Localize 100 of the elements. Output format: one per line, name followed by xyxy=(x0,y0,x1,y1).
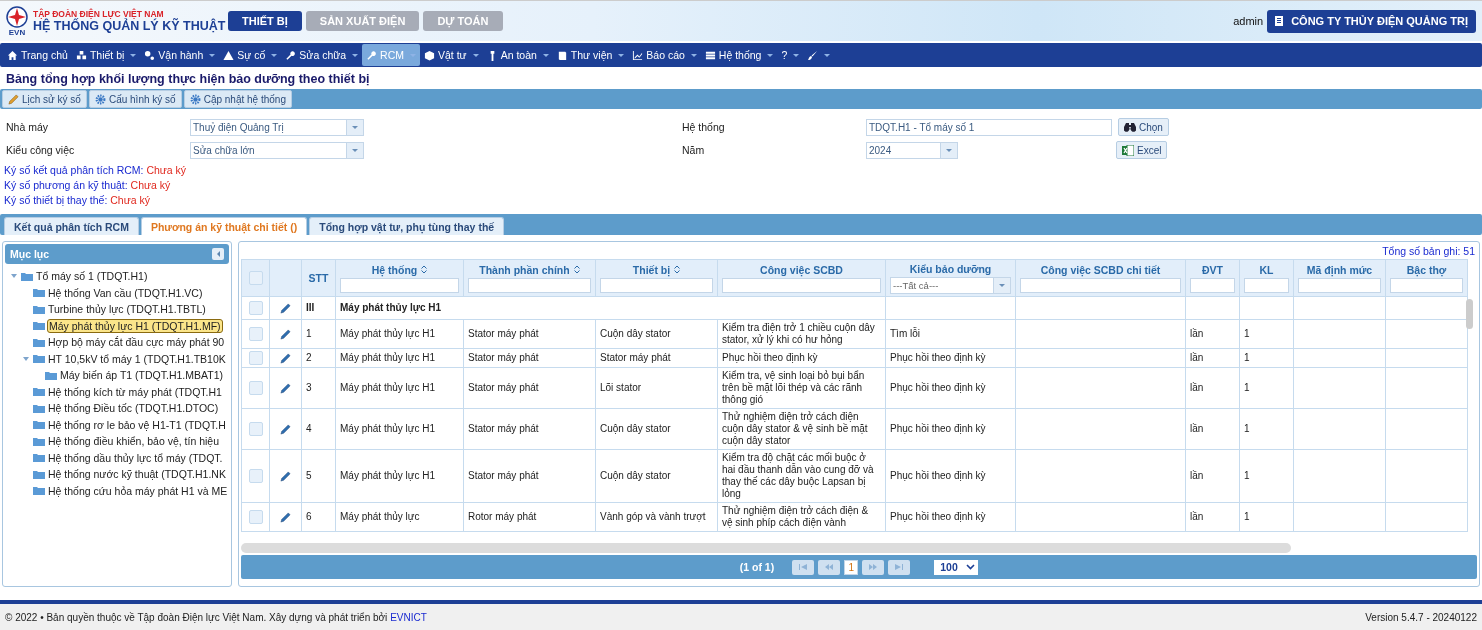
folder-icon xyxy=(33,420,45,430)
menu-item[interactable]: Trang chủ xyxy=(3,44,72,66)
checkbox[interactable] xyxy=(248,271,263,285)
previous-page-button[interactable] xyxy=(818,559,841,575)
first-page-button[interactable] xyxy=(792,559,815,575)
page-size-select[interactable]: 100 xyxy=(934,559,979,575)
tree-item[interactable]: Hệ thống Điều tốc (TDQT.H1.DTOC) xyxy=(47,402,220,415)
filter-select[interactable]: ---Tất cả--- xyxy=(890,276,1011,294)
toolbar-button[interactable]: Cấu hình ký số xyxy=(88,90,182,108)
collapse-button[interactable] xyxy=(212,248,224,260)
next-page-button[interactable] xyxy=(862,559,885,575)
pencil-icon[interactable] xyxy=(280,423,291,435)
tree-item[interactable]: Hệ thống rơ le bảo vệ H1-T1 (TDQT.H xyxy=(47,418,227,431)
tree-item[interactable]: Máy biến áp T1 (TDQT.H1.MBAT1) xyxy=(59,369,224,382)
column-title[interactable]: Công việc SCBD xyxy=(760,263,843,276)
column-title[interactable]: ĐVT xyxy=(1202,263,1223,276)
expand-toggle-icon[interactable] xyxy=(23,356,29,361)
filter-field[interactable] xyxy=(600,277,713,293)
checkbox[interactable] xyxy=(248,327,263,341)
tree-item[interactable]: Hệ thống nước kỹ thuật (TDQT.H1.NK xyxy=(47,468,227,481)
toolbar-button[interactable]: Lịch sử ký số xyxy=(2,90,87,108)
tab[interactable]: Kết quả phân tích RCM xyxy=(4,217,139,235)
pencil-icon[interactable] xyxy=(280,352,291,364)
column-title[interactable]: Mã định mức xyxy=(1306,263,1373,276)
user-name[interactable]: admin xyxy=(1233,15,1264,27)
filter-field[interactable] xyxy=(722,277,881,293)
tree-item[interactable]: Hệ thống kích từ máy phát (TDQT.H1 xyxy=(47,385,223,398)
column-title[interactable]: Thiết bị xyxy=(632,263,671,276)
sort-icon[interactable] xyxy=(421,265,428,274)
column-title[interactable]: Hệ thống xyxy=(371,263,418,276)
menu-item[interactable]: Sự cố xyxy=(219,44,282,66)
tree-item[interactable]: Tổ máy số 1 (TDQT.H1) xyxy=(35,270,149,283)
column-title[interactable]: Kiểu bảo dưỡng xyxy=(909,262,992,275)
signature-status: Ký số kết quả phân tích RCM: Chưa ký xyxy=(4,163,188,178)
filter-field[interactable] xyxy=(1020,277,1181,293)
select-field[interactable]: Sửa chữa lớn xyxy=(190,141,364,159)
pencil-icon[interactable] xyxy=(280,511,291,523)
table-cell: Thử nghiệm điện trở cách điện cuộn dây stator & vệ sinh bề mặt cuộn dây stator xyxy=(717,408,886,450)
folder-icon xyxy=(33,288,45,298)
column-title[interactable]: Công việc SCBD chi tiết xyxy=(1040,263,1161,276)
menu-item[interactable]: Vận hành xyxy=(140,44,220,66)
menu-item[interactable]: Thiết bị xyxy=(71,44,141,66)
select-field[interactable]: 2024 xyxy=(866,141,958,159)
pencil-icon[interactable] xyxy=(280,470,291,482)
menu-item[interactable]: Thư viện xyxy=(552,44,629,66)
checkbox[interactable] xyxy=(248,422,263,436)
vertical-scrollbar[interactable] xyxy=(1466,299,1473,329)
tree-item[interactable]: Hợp bộ máy cắt đầu cực máy phát 90 xyxy=(47,336,226,349)
table-cell: Kiểm tra độ chặt các mối buộc ở hai đầu thanh dẫn vào cung đỡ và thay thế các dây buộc Lapsan bị lỏng xyxy=(717,449,886,503)
column-title[interactable]: Bậc thợ xyxy=(1406,263,1447,276)
next-page-icon xyxy=(869,564,878,570)
form-button[interactable]: Excel xyxy=(1116,141,1168,159)
table-cell: Phục hồi theo định kỳ xyxy=(885,502,1016,532)
pencil-icon xyxy=(8,93,19,105)
page-button[interactable]: 1 xyxy=(844,559,859,575)
select-field[interactable]: Thuỷ điện Quảng Trị xyxy=(190,118,364,136)
checkbox[interactable] xyxy=(248,351,263,365)
menu-item[interactable]: An toàn xyxy=(482,44,553,66)
checkbox[interactable] xyxy=(248,381,263,395)
tree-item[interactable]: Hệ thống điều khiển, bảo vệ, tín hiệu xyxy=(47,435,221,448)
column-title[interactable]: STT xyxy=(308,272,329,284)
filter-field[interactable] xyxy=(468,277,591,293)
tree-item[interactable]: Hệ thống cứu hỏa máy phát H1 và ME xyxy=(47,484,229,497)
menu-item[interactable]: Báo cáo xyxy=(628,44,701,66)
tree-item[interactable]: Hệ thống dầu thủy lực tổ máy (TDQT. xyxy=(47,451,224,464)
column-title[interactable]: Thành phần chính xyxy=(479,263,570,276)
pencil-icon[interactable] xyxy=(280,302,291,314)
tree-item[interactable]: Turbine thủy lực (TDQT.H1.TBTL) xyxy=(47,303,207,316)
filter-field[interactable] xyxy=(1190,277,1235,293)
pencil-icon[interactable] xyxy=(280,328,291,340)
sort-icon[interactable] xyxy=(674,265,681,274)
filter-field[interactable] xyxy=(1390,277,1463,293)
developer-link[interactable]: EVNICT xyxy=(390,611,427,623)
column-title[interactable]: KL xyxy=(1259,263,1274,276)
pencil-icon[interactable] xyxy=(280,382,291,394)
filter-field[interactable] xyxy=(1298,277,1381,293)
input-field[interactable]: TDQT.H1 - Tổ máy số 1 xyxy=(866,118,1112,136)
company-button[interactable]: CÔNG TY THỦY ĐIỆN QUẢNG TRỊ xyxy=(1267,9,1476,33)
last-page-button[interactable] xyxy=(888,559,911,575)
checkbox[interactable] xyxy=(248,510,263,524)
tree-item[interactable]: Hệ thống Van cầu (TDQT.H1.VC) xyxy=(47,286,204,299)
filter-field[interactable] xyxy=(340,277,459,293)
checkbox[interactable] xyxy=(248,469,263,483)
module-tab[interactable]: THIẾT BỊ xyxy=(228,11,302,31)
checkbox[interactable] xyxy=(248,301,263,315)
toolbar-button[interactable]: Cập nhật hệ thống xyxy=(183,90,292,108)
tab[interactable]: Tổng hợp vật tư, phụ tùng thay thế xyxy=(309,217,505,235)
expand-toggle-icon[interactable] xyxy=(11,274,17,279)
tree-item[interactable]: Máy phát thủy lực H1 (TDQT.H1.MF) xyxy=(47,318,223,333)
table-cell: Stator máy phát xyxy=(595,348,718,368)
menu-item[interactable]: Sửa chữa xyxy=(281,44,363,66)
filter-field[interactable] xyxy=(1244,277,1289,293)
menu-item[interactable]: ? xyxy=(777,44,804,66)
menu-item[interactable]: Hệ thống xyxy=(700,44,778,66)
sort-icon[interactable] xyxy=(573,265,580,274)
table-cell: 1 xyxy=(1239,449,1294,503)
horizontal-scrollbar[interactable] xyxy=(241,543,1291,553)
form-button[interactable]: Chọn xyxy=(1118,118,1169,136)
menu-item[interactable]: Vật tư xyxy=(420,44,483,66)
tree-item[interactable]: HT 10,5kV tổ máy 1 (TDQT.H1.TB10K xyxy=(47,352,227,365)
